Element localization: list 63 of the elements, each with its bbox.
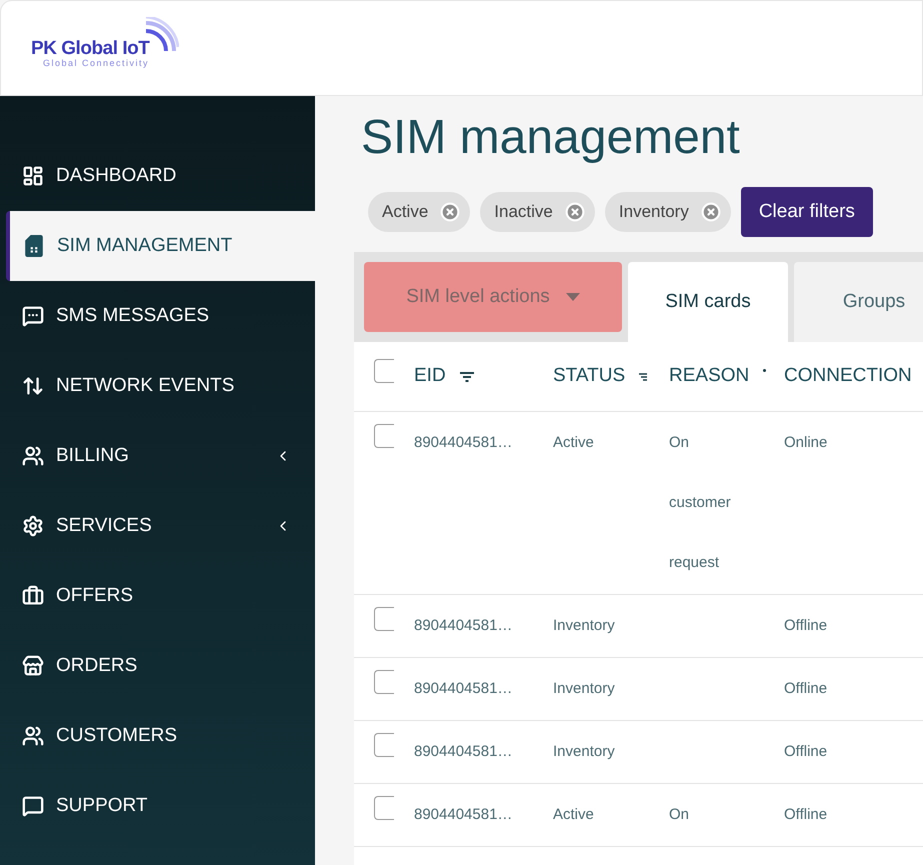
sidebar-item[interactable]: SUPPORT <box>0 771 315 841</box>
sidebar-item[interactable]: DASHBOARD <box>0 141 315 211</box>
filter-label: Active <box>382 201 428 224</box>
table-cell: Online <box>784 434 828 451</box>
column-header: CONNECTION <box>784 364 912 388</box>
row-checkbox[interactable] <box>374 670 394 694</box>
store-icon <box>22 655 44 677</box>
column-header: STATUS <box>553 364 626 388</box>
remove-icon[interactable] <box>564 202 585 222</box>
table-cell: 8904404581… <box>414 434 512 451</box>
column-header: EID <box>414 364 446 388</box>
select-all-checkbox[interactable] <box>374 358 394 382</box>
table-cell: 8904404581… <box>414 806 512 823</box>
sidebar-item[interactable]: CUSTOMERS <box>0 701 315 771</box>
table-cell: Active <box>553 806 594 823</box>
table-cell: 8904404581… <box>414 617 512 634</box>
people-icon <box>22 445 44 467</box>
row-checkbox[interactable] <box>374 607 394 631</box>
column-header: REASON <box>669 364 750 388</box>
chat-bubble-icon <box>22 305 44 327</box>
sidebar-item[interactable]: BILLING <box>0 421 315 491</box>
table-cell: 8904404581… <box>414 743 512 760</box>
filter-icon[interactable] <box>639 372 648 382</box>
filter-icon[interactable] <box>460 372 474 382</box>
page-title: SIM management <box>361 110 741 166</box>
tab[interactable]: Groups <box>794 262 923 342</box>
remove-icon[interactable] <box>440 202 460 222</box>
dropdown-arrow-icon <box>566 293 580 301</box>
table-cell-text: On <box>669 805 690 825</box>
sidebar-item[interactable]: SERVICES <box>0 491 315 561</box>
table-cell: Offline <box>784 617 828 634</box>
row-checkbox[interactable] <box>374 424 394 448</box>
table-cell: Offline <box>784 743 828 760</box>
table-cell: Active <box>553 434 594 451</box>
logo-tagline: Global Connectivity <box>43 58 150 70</box>
remove-icon[interactable] <box>700 202 721 222</box>
sidebar-item[interactable]: SIM MANAGEMENT <box>6 211 315 281</box>
sidebar-item[interactable]: NETWORK EVENTS <box>0 351 315 421</box>
filter-label: Inventory <box>618 201 689 224</box>
clear-filters-button[interactable]: Clear filters <box>740 187 873 237</box>
table-cell: 8904404581… <box>414 680 512 697</box>
filter-label: Inactive <box>494 201 553 224</box>
chat-bubble-icon <box>22 795 44 817</box>
briefcase-icon <box>22 585 44 607</box>
table-cell: Inventory <box>553 617 615 634</box>
table-cell: Inventory <box>553 743 615 760</box>
sidebar-item[interactable]: OFFERS <box>0 561 315 631</box>
table-cell: Inventory <box>553 680 615 697</box>
table-cell-text: On customer request <box>669 433 731 573</box>
table-cell: Offline <box>784 806 828 823</box>
gear-icon <box>22 515 44 537</box>
logo-name: PK Global IoT <box>31 38 150 58</box>
row-checkbox[interactable] <box>374 733 394 757</box>
sidebar-item[interactable]: ORDERS <box>0 631 315 701</box>
row-checkbox[interactable] <box>374 796 394 820</box>
dot-icon <box>763 369 766 372</box>
sidebar-item[interactable]: SMS MESSAGES <box>0 281 315 351</box>
sim-card-icon <box>23 235 45 257</box>
up-down-arrows-icon <box>22 375 44 397</box>
tab[interactable]: SIM cards <box>628 262 788 342</box>
table-cell: Offline <box>784 680 828 697</box>
people-icon <box>22 725 44 747</box>
dashboard-icon <box>22 165 44 187</box>
